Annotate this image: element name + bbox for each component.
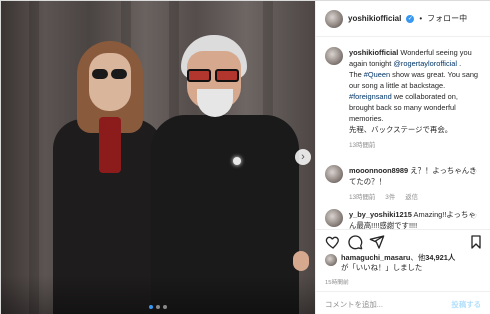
likes-summary: hamaguchi_masaru、他34,921人 が「いいね！」しました bbox=[325, 253, 485, 273]
hashtag-link[interactable]: #Queen bbox=[364, 70, 390, 79]
caption-part: 先程、バックステージで再会。 bbox=[349, 125, 453, 134]
carousel-dot bbox=[163, 305, 167, 309]
post-comment-button[interactable]: 投稿する bbox=[451, 299, 481, 310]
comment-likes[interactable]: 3件 bbox=[385, 192, 395, 203]
caption-time: 13時間前 bbox=[349, 142, 376, 149]
caption-part: . bbox=[457, 59, 462, 68]
post-date[interactable]: 15時間前 bbox=[325, 277, 349, 286]
person-left-sunglasses bbox=[92, 69, 128, 80]
likes-text: hamaguchi_masaru、他34,921人 が「いいね！」しました bbox=[341, 253, 455, 273]
comment-meta: 13時間前 3件 返信 bbox=[349, 192, 479, 203]
avatar[interactable] bbox=[325, 9, 343, 28]
comment-like-heart-icon[interactable]: ♡ bbox=[471, 169, 477, 177]
person-right-sunglasses bbox=[185, 69, 241, 83]
caption: yoshikiofficial Wonderful seeing you aga… bbox=[325, 47, 487, 151]
chevron-right-icon[interactable]: › bbox=[295, 149, 311, 165]
avatar[interactable] bbox=[325, 254, 337, 266]
likes-part: 、他 bbox=[410, 253, 426, 262]
comment-item: mooonnoon8989 え？！よっちゃんきてたの？！ 13時間前 3件 返信 bbox=[325, 165, 487, 203]
caption-text: yoshikiofficial Wonderful seeing you aga… bbox=[349, 47, 479, 151]
caption-part: The bbox=[349, 70, 364, 79]
reply-button[interactable]: 返信 bbox=[405, 192, 418, 203]
caption-username[interactable]: yoshikiofficial bbox=[349, 48, 398, 57]
bookmark-icon[interactable] bbox=[468, 234, 484, 250]
add-comment-bar: 投稿する bbox=[316, 291, 490, 314]
person-left-face bbox=[89, 53, 131, 111]
instagram-post: › yoshikiofficial ✓ • フォロー中 yoshikioffic… bbox=[0, 0, 490, 314]
post-header: yoshikiofficial ✓ • フォロー中 bbox=[316, 1, 490, 37]
carousel-dot bbox=[156, 305, 160, 309]
post-side-panel: yoshikiofficial ✓ • フォロー中 yoshikiofficia… bbox=[315, 1, 490, 314]
likes-count[interactable]: 34,921人 bbox=[425, 253, 455, 262]
comment-like-heart-icon[interactable]: ♡ bbox=[471, 213, 477, 221]
brooch bbox=[233, 157, 241, 165]
avatar[interactable] bbox=[325, 165, 343, 183]
person-left-scarf bbox=[99, 117, 121, 173]
verified-badge-icon: ✓ bbox=[406, 14, 415, 23]
avatar[interactable] bbox=[325, 209, 343, 227]
person-right-beard bbox=[197, 89, 233, 117]
heart-icon[interactable] bbox=[325, 234, 341, 250]
likes-part: が「いいね！」しました bbox=[341, 263, 423, 272]
action-bar bbox=[316, 229, 490, 253]
following-button[interactable]: フォロー中 bbox=[427, 13, 467, 24]
comment-item: y_by_yoshiki1215 Amazing!!よっちゃん最高!!!!感謝で… bbox=[325, 209, 487, 229]
comment-text: mooonnoon8989 え？！よっちゃんきてたの？！ 13時間前 3件 返信 bbox=[349, 165, 479, 203]
comment-username[interactable]: y_by_yoshiki1215 bbox=[349, 210, 412, 219]
person-right-hand bbox=[293, 251, 309, 271]
comments-list[interactable]: yoshikiofficial Wonderful seeing you aga… bbox=[316, 37, 490, 229]
mention-link[interactable]: @rogertaylorofficial bbox=[393, 59, 457, 68]
post-photo[interactable]: › bbox=[1, 1, 315, 314]
comment-icon[interactable] bbox=[347, 234, 363, 250]
curtain-fold bbox=[29, 1, 39, 314]
comment-username[interactable]: mooonnoon8989 bbox=[349, 166, 408, 175]
carousel-dots bbox=[149, 305, 167, 309]
author-username[interactable]: yoshikiofficial bbox=[348, 14, 401, 23]
caption-meta: 13時間前 bbox=[349, 140, 479, 151]
comment-input[interactable] bbox=[325, 298, 445, 310]
comment-text: y_by_yoshiki1215 Amazing!!よっちゃん最高!!!!感謝で… bbox=[349, 209, 479, 229]
carousel-dot bbox=[149, 305, 153, 309]
liker-username[interactable]: hamaguchi_masaru bbox=[341, 253, 410, 262]
comment-time: 13時間前 bbox=[349, 194, 376, 201]
avatar[interactable] bbox=[325, 47, 343, 65]
hashtag-link[interactable]: #foreignsand bbox=[349, 92, 392, 101]
share-icon[interactable] bbox=[369, 234, 385, 250]
header-separator: • bbox=[419, 14, 423, 23]
